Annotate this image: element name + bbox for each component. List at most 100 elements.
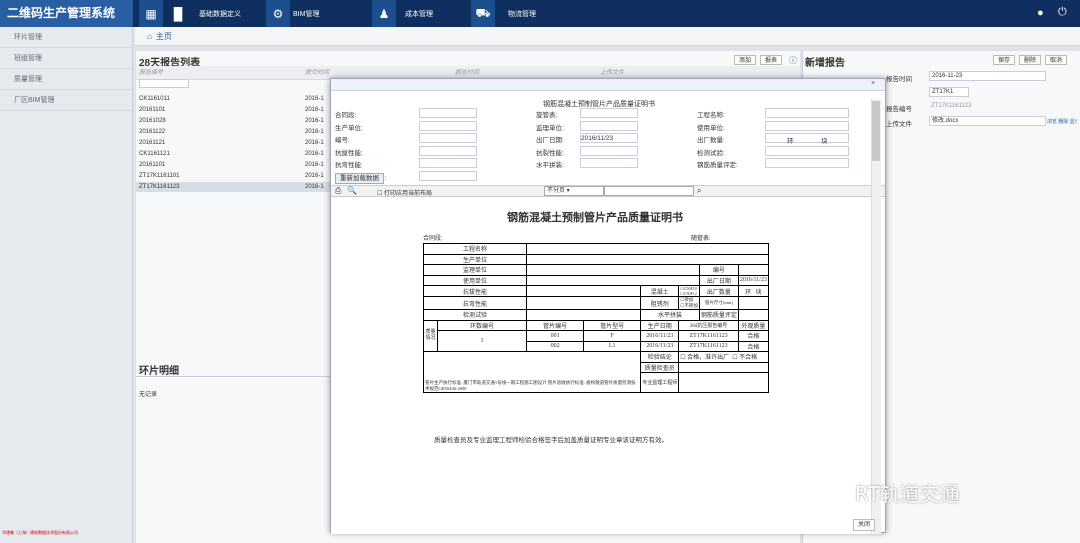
- user-icon[interactable]: ●: [1037, 7, 1044, 19]
- print-icon[interactable]: ⎙: [335, 186, 341, 196]
- upload-label: 上传文件: [886, 121, 912, 128]
- form-input[interactable]: [580, 108, 638, 118]
- cell: 监理单位: [422, 264, 528, 276]
- form-label: 抗拔性能:: [335, 149, 363, 157]
- nav-truck[interactable]: ⛟: [471, 0, 495, 27]
- nav-home-grid[interactable]: ▦: [139, 0, 163, 27]
- nav-cost[interactable]: 成本管理: [405, 0, 445, 27]
- table-row[interactable]: 20161121 2016-1: [136, 138, 332, 148]
- cell: [526, 264, 700, 276]
- form-input[interactable]: [765, 120, 849, 131]
- cell: 外观质量: [737, 319, 770, 331]
- form-input[interactable]: [419, 133, 477, 143]
- row-submit-time: 2016-1: [305, 129, 324, 135]
- new-report-title: 新增报告: [805, 58, 845, 69]
- form-input[interactable]: [419, 120, 477, 131]
- nav-bim[interactable]: BIM管理: [293, 0, 333, 27]
- sidebar-item-bim[interactable]: 厂区BIM管理: [0, 90, 132, 111]
- date-value: 2016/11/23: [581, 135, 614, 142]
- form-label: 抗裂性能:: [536, 149, 564, 157]
- find-icon[interactable]: ⌕: [697, 186, 701, 196]
- detail-title: 环片明细: [139, 366, 179, 377]
- print-layout-checkbox[interactable]: ☐ 打印应用当前布局: [377, 188, 432, 197]
- header-report-time[interactable]: 报告时间: [455, 67, 479, 76]
- header-submit-time[interactable]: 提交时间: [305, 67, 329, 76]
- qty-unit-ring: 环: [787, 138, 794, 145]
- nav-charts[interactable]: ▐▌: [166, 0, 190, 27]
- add-button[interactable]: 添加: [734, 55, 757, 65]
- row-submit-time: 2016-1: [305, 162, 324, 168]
- filter-input[interactable]: [139, 79, 189, 88]
- bar-chart-icon: ▐▌: [166, 0, 190, 27]
- form-input[interactable]: [419, 170, 477, 181]
- form-label: 生产单位:: [335, 124, 363, 132]
- form-input[interactable]: [765, 108, 849, 118]
- page-mode-select[interactable]: 不分页 ▾: [544, 186, 604, 196]
- row-report-no: 20161101: [139, 107, 166, 113]
- sidebar-item-quality[interactable]: 质量管理: [0, 69, 132, 90]
- table-row[interactable]: ZT17K1161123 2016-1: [136, 182, 332, 192]
- search-input[interactable]: [604, 186, 694, 196]
- table-row[interactable]: 20161101 2016-1: [136, 160, 332, 170]
- save-button[interactable]: 保存: [993, 55, 1016, 65]
- upload-actions[interactable]: 浏览 删除 显示: [1047, 118, 1077, 125]
- sidebar-item-segment[interactable]: 环片管理: [0, 27, 132, 48]
- row-report-no: CK1161011: [139, 96, 170, 102]
- power-icon[interactable]: ⏻: [1058, 6, 1067, 19]
- form-input[interactable]: [765, 145, 849, 156]
- cell: 生产日期: [640, 319, 680, 331]
- form-label: 合同段:: [335, 112, 357, 119]
- table-row[interactable]: CK1161011 2016-1: [136, 94, 332, 104]
- form-input[interactable]: [765, 133, 849, 143]
- row-submit-time: 2016-1: [305, 140, 324, 146]
- nav-basic-data-label: 基础数据定义: [199, 10, 241, 18]
- sidebar-item-team[interactable]: 班组管理: [0, 48, 132, 69]
- type-select[interactable]: ZT17K1: [929, 87, 969, 97]
- form-input[interactable]: [580, 158, 638, 168]
- table-row[interactable]: ZT17K1161101 2016-1: [136, 171, 332, 181]
- help-icon[interactable]: ⓘ: [789, 55, 797, 66]
- cell: [526, 253, 769, 265]
- sidebar: 环片管理 班组管理 质量管理 厂区BIM管理: [0, 27, 133, 543]
- form-input[interactable]: [419, 158, 477, 168]
- table-row[interactable]: 20161028 2016-1: [136, 116, 332, 126]
- certificate-contract: 合同段:: [423, 236, 443, 242]
- cell: 工程名称: [422, 243, 528, 255]
- breadcrumb-home[interactable]: 主页: [156, 31, 172, 42]
- cell: 管片尺寸(mm): [698, 296, 739, 310]
- cell: L1: [583, 340, 642, 352]
- form-input[interactable]: [580, 145, 638, 156]
- certificate-manager: 随管表:: [691, 236, 711, 242]
- dialog-close-icon[interactable]: ×: [871, 80, 875, 87]
- header-report-no[interactable]: 报告编号: [139, 67, 163, 76]
- vertical-scrollbar[interactable]: [871, 99, 881, 534]
- report-button[interactable]: 报表: [760, 55, 783, 65]
- cell: 2016/11/23: [640, 340, 680, 352]
- form-input[interactable]: [419, 108, 477, 118]
- nav-person[interactable]: ♟: [372, 0, 396, 27]
- close-button[interactable]: 关闭: [853, 519, 876, 531]
- nav-gear-users[interactable]: ⚙: [266, 0, 290, 27]
- form-input[interactable]: [765, 158, 849, 168]
- detail-divider: [136, 376, 330, 377]
- scroll-thumb[interactable]: [872, 101, 880, 161]
- delete-button[interactable]: 删除: [1019, 55, 1042, 65]
- upload-input[interactable]: 修改.docx: [929, 116, 1046, 126]
- report-time-input[interactable]: 2016-11-23: [929, 71, 1046, 81]
- preview-icon[interactable]: 🔍: [347, 186, 357, 195]
- cancel-button[interactable]: 取消: [1045, 55, 1068, 65]
- table-row[interactable]: CK1161121 2016-1: [136, 149, 332, 159]
- form-input[interactable]: [419, 145, 477, 156]
- reload-button[interactable]: 重新加载数据: [335, 173, 384, 184]
- nav-logistics[interactable]: 物流管理: [508, 0, 548, 27]
- form-input[interactable]: [580, 120, 638, 131]
- cell: 合格: [737, 340, 770, 352]
- nav-cost-label: 成本管理: [405, 10, 433, 18]
- cell: 2016/11/23: [737, 274, 770, 286]
- table-row[interactable]: 20161101 2016-1: [136, 105, 332, 115]
- table-row[interactable]: 20161122 2016-1: [136, 127, 332, 137]
- breadcrumb: ⌂ 主页: [135, 27, 1080, 46]
- nav-basic-data[interactable]: 基础数据定义: [199, 0, 257, 27]
- header-upload[interactable]: 上传文件: [600, 67, 624, 76]
- app-title: 二维码生产管理系统: [0, 0, 133, 27]
